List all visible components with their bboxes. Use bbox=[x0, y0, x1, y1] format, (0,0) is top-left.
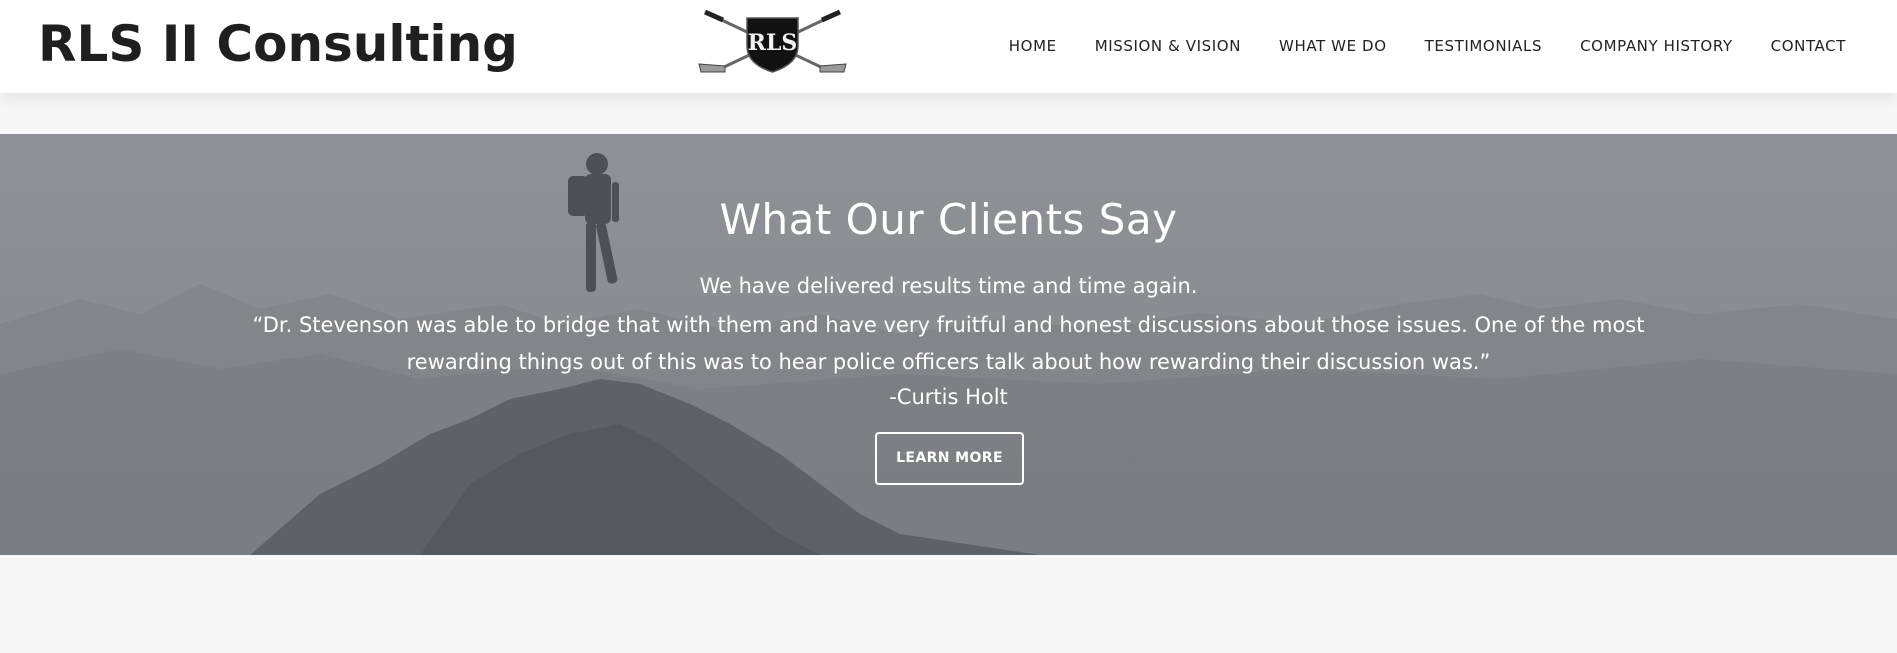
section-subtitle: We have delivered results time and time … bbox=[699, 274, 1198, 298]
svg-text:RLS: RLS bbox=[748, 30, 798, 56]
testimonial-hero: What Our Clients Say We have delivered r… bbox=[0, 134, 1897, 555]
rls-logo-icon[interactable]: RLS bbox=[695, 6, 850, 76]
testimonial-author: -Curtis Holt bbox=[889, 385, 1008, 409]
site-title[interactable]: RLS II Consulting bbox=[38, 12, 518, 76]
section-title: What Our Clients Say bbox=[719, 195, 1178, 244]
nav-contact[interactable]: CONTACT bbox=[1771, 36, 1846, 56]
nav-company-history[interactable]: COMPANY HISTORY bbox=[1580, 36, 1733, 56]
nav-mission-vision[interactable]: MISSION & VISION bbox=[1095, 36, 1241, 56]
nav-home[interactable]: HOME bbox=[1009, 36, 1057, 56]
nav-what-we-do[interactable]: WHAT WE DO bbox=[1279, 36, 1387, 56]
nav-testimonials[interactable]: TESTIMONIALS bbox=[1425, 36, 1542, 56]
main-nav: HOME MISSION & VISION WHAT WE DO TESTIMO… bbox=[971, 36, 1846, 56]
learn-more-button[interactable]: LEARN MORE bbox=[875, 432, 1024, 485]
testimonial-content: What Our Clients Say We have delivered r… bbox=[0, 134, 1897, 555]
testimonial-quote: “Dr. Stevenson was able to bridge that w… bbox=[252, 313, 1645, 374]
site-header: RLS II Consulting RLS HOME MISSION & VIS… bbox=[0, 0, 1897, 93]
